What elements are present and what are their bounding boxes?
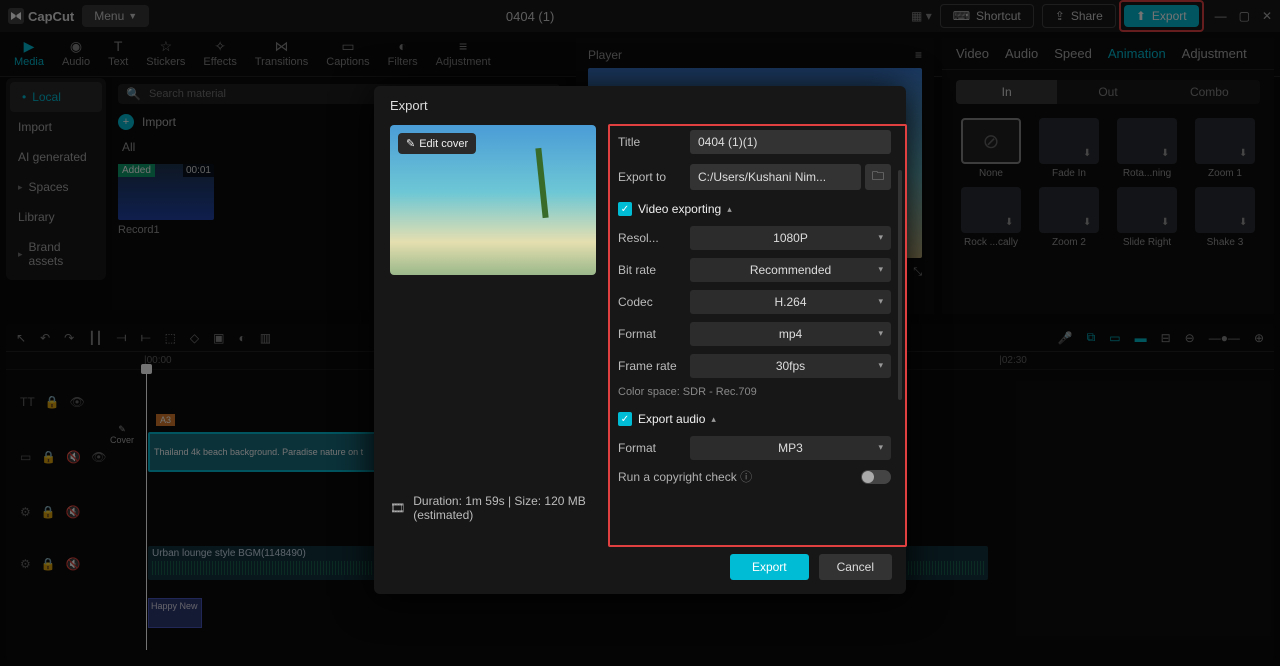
browse-folder-button[interactable]: 🗀 [865, 164, 891, 190]
audio-format-value: MP3 [778, 441, 803, 455]
dialog-title: Export [374, 86, 906, 125]
edit-cover-label: Edit cover [419, 138, 468, 150]
framerate-label: Frame rate [618, 359, 690, 373]
edit-cover-button[interactable]: ✎ Edit cover [398, 133, 476, 154]
chevron-down-icon: ▾ [878, 232, 883, 243]
title-input[interactable] [690, 130, 891, 154]
colorspace-text: Color space: SDR - Rec.709 [618, 386, 891, 398]
export-button[interactable]: Export [730, 554, 809, 580]
framerate-select[interactable]: 30fps ▾ [690, 354, 891, 378]
dialog-right: Title Export to 🗀 ✓ Video exporting ▴ Re… [608, 124, 907, 547]
dialog-left: ✎ Edit cover 🎞 Duration: 1m 59s | Size: … [374, 125, 608, 546]
scrollbar[interactable] [898, 170, 902, 400]
pencil-icon: ✎ [406, 137, 415, 150]
duration-text: Duration: 1m 59s | Size: 120 MB (estimat… [413, 494, 596, 522]
cover-preview: ✎ Edit cover [390, 125, 596, 275]
format-select[interactable]: mp4 ▾ [690, 322, 891, 346]
copyright-label: Run a copyright check [618, 470, 737, 484]
caret-up-icon: ▴ [711, 414, 716, 425]
codec-value: H.264 [774, 295, 806, 309]
video-exporting-section[interactable]: ✓ Video exporting ▴ [618, 202, 891, 216]
audio-format-select[interactable]: MP3 ▾ [690, 436, 891, 460]
resolution-value: 1080P [773, 231, 808, 245]
duration-row: 🎞 Duration: 1m 59s | Size: 120 MB (estim… [390, 494, 596, 534]
copyright-toggle[interactable] [861, 470, 891, 484]
framerate-value: 30fps [776, 359, 805, 373]
chevron-down-icon: ▾ [878, 360, 883, 371]
caret-up-icon: ▴ [727, 204, 732, 215]
cancel-button[interactable]: Cancel [819, 554, 892, 580]
checkbox-checked-icon: ✓ [618, 412, 632, 426]
chevron-down-icon: ▾ [878, 264, 883, 275]
chevron-down-icon: ▾ [878, 328, 883, 339]
format-value: mp4 [779, 327, 802, 341]
dialog-footer: Export Cancel [374, 546, 906, 594]
audio-section-label: Export audio [638, 412, 705, 426]
title-label: Title [618, 135, 682, 149]
video-section-label: Video exporting [638, 202, 721, 216]
codec-select[interactable]: H.264 ▾ [690, 290, 891, 314]
chevron-down-icon: ▾ [878, 296, 883, 307]
chevron-down-icon: ▾ [878, 442, 883, 453]
resolution-select[interactable]: 1080P ▾ [690, 226, 891, 250]
exportto-input[interactable] [690, 164, 861, 190]
codec-label: Codec [618, 295, 690, 309]
format-label: Format [618, 327, 690, 341]
resolution-label: Resol... [618, 231, 690, 245]
checkbox-checked-icon: ✓ [618, 202, 632, 216]
film-icon: 🎞 [390, 501, 405, 515]
audio-format-label: Format [618, 441, 690, 455]
copyright-row: Run a copyright check ⓘ [618, 468, 891, 485]
exportto-label: Export to [618, 170, 682, 184]
bitrate-value: Recommended [750, 263, 831, 277]
export-audio-section[interactable]: ✓ Export audio ▴ [618, 412, 891, 426]
bitrate-select[interactable]: Recommended ▾ [690, 258, 891, 282]
bitrate-label: Bit rate [618, 263, 690, 277]
export-dialog: Export ✎ Edit cover 🎞 Duration: 1m 59s |… [374, 86, 906, 594]
folder-icon: 🗀 [872, 167, 884, 188]
info-icon[interactable]: ⓘ [740, 470, 752, 484]
